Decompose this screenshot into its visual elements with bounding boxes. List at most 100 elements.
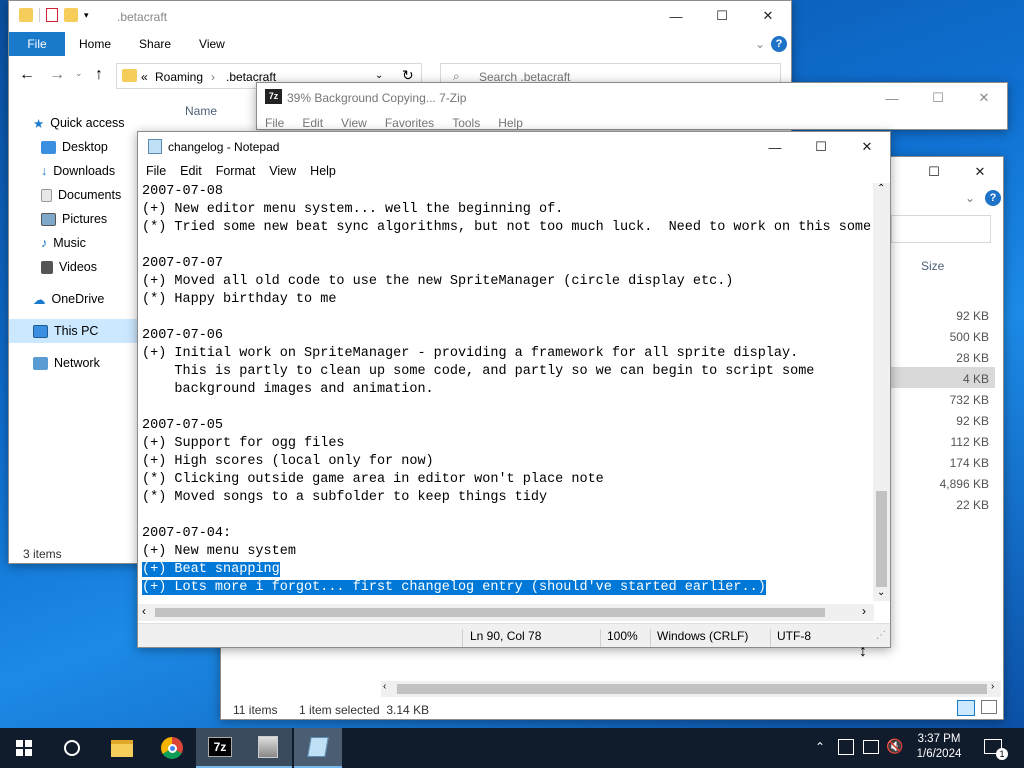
properties-icon[interactable] (46, 8, 58, 22)
start-button[interactable] (0, 728, 48, 768)
file-size: 4,896 KB (939, 477, 989, 491)
text-editor[interactable]: 2007-07-08 (+) New editor menu system... … (142, 183, 874, 601)
breadcrumb-separator: › (211, 70, 215, 84)
scroll-right-icon[interactable]: › (991, 681, 994, 692)
close-button[interactable]: ✕ (957, 157, 1003, 187)
nav-quick-access[interactable]: ★ Quick access (9, 111, 139, 135)
breadcrumb-overflow[interactable]: « (141, 70, 148, 84)
column-header-name[interactable]: Name (185, 104, 217, 118)
minimize-button[interactable]: — (869, 83, 915, 113)
volume-icon[interactable]: 🔇 (886, 738, 903, 755)
menu-help[interactable]: Help (302, 164, 342, 178)
menu-favorites[interactable]: Favorites (385, 116, 434, 129)
horizontal-scrollbar[interactable]: ‹ › (138, 604, 874, 621)
scroll-thumb[interactable] (876, 491, 887, 587)
close-button[interactable]: ✕ (844, 132, 890, 162)
nav-network[interactable]: Network (9, 351, 139, 375)
close-button[interactable]: ✕ (961, 83, 1007, 113)
menu-edit[interactable]: Edit (172, 164, 208, 178)
nav-desktop[interactable]: Desktop (9, 135, 139, 159)
menu-view[interactable]: View (341, 116, 367, 129)
file-size: 732 KB (949, 393, 989, 407)
folder-icon (111, 739, 133, 757)
details-view-icon[interactable] (957, 700, 975, 716)
selected-text: (+) Beat snapping (142, 562, 280, 577)
scroll-right-icon[interactable]: › (862, 604, 866, 618)
chevron-down-icon[interactable]: ⌄ (75, 68, 83, 79)
search-button[interactable] (48, 728, 96, 768)
folder-icon[interactable] (19, 8, 33, 22)
cloud-icon: ☁ (33, 292, 46, 307)
menu-tools[interactable]: Tools (452, 116, 480, 129)
network-icon[interactable] (863, 740, 879, 754)
chevron-down-icon[interactable]: ⌄ (375, 70, 383, 81)
chevron-up-icon[interactable]: ⌃ (815, 740, 825, 754)
documents-icon (41, 188, 52, 202)
ribbon-expand-icon[interactable]: ⌄ (749, 37, 771, 51)
security-icon[interactable] (838, 739, 854, 755)
text-line: 2007-07-05 (142, 418, 224, 433)
menu-format[interactable]: Format (208, 164, 262, 178)
notification-badge: 1 (996, 748, 1008, 760)
file-size: 112 KB (950, 435, 989, 449)
text-line: 2007-07-08 (142, 184, 224, 199)
nav-videos[interactable]: Videos (9, 255, 139, 279)
taskbar-file-explorer[interactable] (98, 728, 146, 768)
7zip-icon: 7z (265, 89, 282, 104)
nav-pictures[interactable]: Pictures (9, 207, 139, 231)
taskbar-installer[interactable] (244, 728, 292, 768)
close-button[interactable]: ✕ (745, 1, 791, 31)
menu-view[interactable]: View (261, 164, 302, 178)
forward-icon[interactable]: → (49, 66, 65, 84)
maximize-button[interactable]: ☐ (915, 83, 961, 113)
menu-file[interactable]: File (138, 164, 172, 178)
tab-share[interactable]: Share (125, 37, 185, 51)
scroll-thumb[interactable] (397, 684, 987, 694)
help-icon[interactable]: ? (771, 36, 787, 52)
large-icons-view-icon[interactable] (981, 700, 997, 714)
scroll-left-icon[interactable]: ‹ (383, 681, 386, 692)
chevron-down-icon[interactable]: ▾ (84, 10, 89, 21)
taskbar-7zip[interactable]: 7z (196, 728, 244, 768)
menu-file[interactable]: File (265, 116, 284, 129)
tab-home[interactable]: Home (65, 37, 125, 51)
tab-view[interactable]: View (185, 37, 239, 51)
text-line (142, 309, 874, 327)
scroll-left-icon[interactable]: ‹ (142, 604, 146, 618)
up-icon[interactable]: ↑ (95, 66, 103, 84)
menu-edit[interactable]: Edit (302, 116, 323, 129)
nav-onedrive[interactable]: ☁ OneDrive (9, 287, 139, 311)
nav-music[interactable]: ♪ Music (9, 231, 139, 255)
nav-documents[interactable]: Documents (9, 183, 139, 207)
back-icon[interactable]: ← (19, 66, 35, 84)
vertical-scrollbar[interactable]: ⌃ ⌄ (873, 183, 890, 601)
scroll-up-icon[interactable]: ⌃ (877, 183, 885, 194)
maximize-button[interactable]: ☐ (911, 157, 957, 187)
menu-help[interactable]: Help (498, 116, 523, 129)
nav-label: Network (54, 356, 100, 370)
taskbar-chrome[interactable] (148, 728, 196, 768)
scroll-down-icon[interactable]: ⌄ (877, 587, 885, 598)
breadcrumb-roaming[interactable]: Roaming (155, 70, 203, 84)
ribbon-expand-icon[interactable]: ⌄ (965, 191, 975, 205)
horizontal-scrollbar[interactable]: ‹ › (381, 681, 1001, 697)
maximize-button[interactable]: ☐ (699, 1, 745, 31)
minimize-button[interactable]: — (653, 1, 699, 31)
notepad-icon (307, 737, 329, 757)
column-header-size[interactable]: Size (921, 259, 944, 273)
tab-file[interactable]: File (9, 32, 65, 56)
help-icon[interactable]: ? (985, 190, 1001, 206)
videos-icon (41, 260, 53, 274)
search-input[interactable] (891, 215, 991, 243)
taskbar-notepad[interactable] (294, 728, 342, 768)
scroll-thumb[interactable] (155, 608, 825, 617)
maximize-button[interactable]: ☐ (798, 132, 844, 162)
new-folder-icon[interactable] (64, 8, 78, 22)
clock[interactable]: 3:37 PM 1/6/2024 (908, 732, 970, 762)
minimize-button[interactable]: — (752, 132, 798, 162)
nav-downloads[interactable]: ↓ Downloads (9, 159, 139, 183)
resize-grip-icon[interactable]: ⋰ (876, 630, 886, 641)
nav-label: Videos (59, 260, 97, 274)
nav-this-pc[interactable]: This PC (9, 319, 139, 343)
text-line (142, 507, 874, 525)
